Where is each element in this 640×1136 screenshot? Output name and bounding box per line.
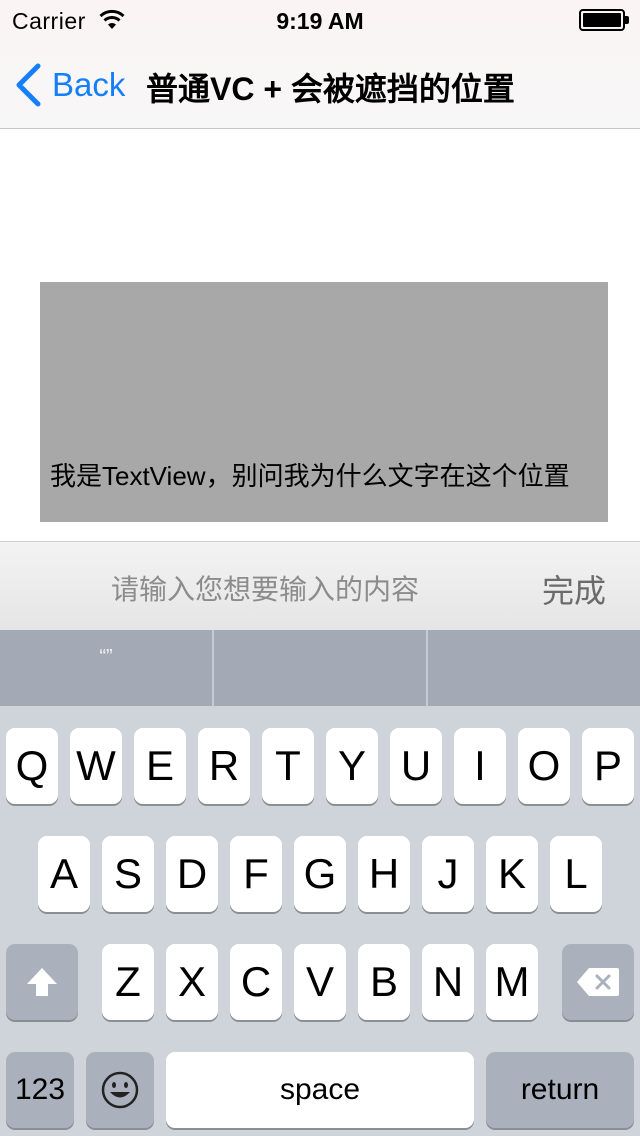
shift-icon <box>27 968 57 996</box>
done-button[interactable]: 完成 <box>542 566 606 612</box>
key-r[interactable]: R <box>198 728 250 804</box>
numbers-key-label: 123 <box>14 1073 66 1106</box>
textview-text: 我是TextView，别问我为什么文字在这个位置 <box>50 461 570 491</box>
key-o[interactable]: O <box>518 728 570 804</box>
back-button[interactable]: Back <box>14 62 125 108</box>
shift-key[interactable] <box>6 944 78 1020</box>
input-accessory-bar: 请输入您想要输入的内容 完成 <box>0 541 640 630</box>
suggestion-text: “” <box>99 646 113 668</box>
key-u[interactable]: U <box>390 728 442 804</box>
chevron-left-icon <box>16 63 41 107</box>
suggestion-item[interactable]: “” <box>0 630 212 706</box>
emoji-icon <box>101 1071 139 1109</box>
suggestion-bar: “” <box>0 630 640 706</box>
key-d[interactable]: D <box>166 836 218 912</box>
status-bar: Carrier 9:19 AM <box>0 0 640 40</box>
key-l[interactable]: L <box>550 836 602 912</box>
key-c[interactable]: C <box>230 944 282 1020</box>
key-p[interactable]: P <box>582 728 634 804</box>
navigation-bar: Back 普通VC + 会被遮挡的位置 <box>0 40 640 128</box>
key-g[interactable]: G <box>294 836 346 912</box>
keyboard: “” Q W E R T Y U I O P A S D F G H J K L… <box>0 630 640 1136</box>
key-x[interactable]: X <box>166 944 218 1020</box>
page-title: 普通VC + 会被遮挡的位置 <box>146 71 515 107</box>
key-i[interactable]: I <box>454 728 506 804</box>
key-v[interactable]: V <box>294 944 346 1020</box>
key-m[interactable]: M <box>486 944 538 1020</box>
key-k[interactable]: K <box>486 836 538 912</box>
key-t[interactable]: T <box>262 728 314 804</box>
status-time: 9:19 AM <box>276 8 364 34</box>
key-z[interactable]: Z <box>102 944 154 1020</box>
suggestion-item[interactable] <box>428 630 640 706</box>
battery-icon <box>579 9 629 31</box>
key-n[interactable]: N <box>422 944 474 1020</box>
suggestion-item[interactable] <box>214 630 426 706</box>
key-b[interactable]: B <box>358 944 410 1020</box>
key-j[interactable]: J <box>422 836 474 912</box>
delete-icon <box>577 968 619 996</box>
input-placeholder[interactable]: 请输入您想要输入的内容 <box>0 568 530 608</box>
key-e[interactable]: E <box>134 728 186 804</box>
key-h[interactable]: H <box>358 836 410 912</box>
return-key-label: return <box>520 1073 600 1106</box>
key-q[interactable]: Q <box>6 728 58 804</box>
key-w[interactable]: W <box>70 728 122 804</box>
numbers-key[interactable]: 123 <box>6 1052 74 1128</box>
space-key-label: space <box>279 1073 361 1106</box>
space-key[interactable]: space <box>166 1052 474 1128</box>
key-s[interactable]: S <box>102 836 154 912</box>
return-key[interactable]: return <box>486 1052 634 1128</box>
key-y[interactable]: Y <box>326 728 378 804</box>
top-bar: Carrier 9:19 AM Back 普通VC + 会被遮挡的位置 <box>0 0 640 129</box>
key-a[interactable]: A <box>38 836 90 912</box>
textview-container[interactable]: 我是TextView，别问我为什么文字在这个位置 <box>40 282 608 522</box>
key-f[interactable]: F <box>230 836 282 912</box>
emoji-key[interactable] <box>86 1052 154 1128</box>
back-button-label: Back <box>52 66 126 103</box>
delete-key[interactable] <box>562 944 634 1020</box>
